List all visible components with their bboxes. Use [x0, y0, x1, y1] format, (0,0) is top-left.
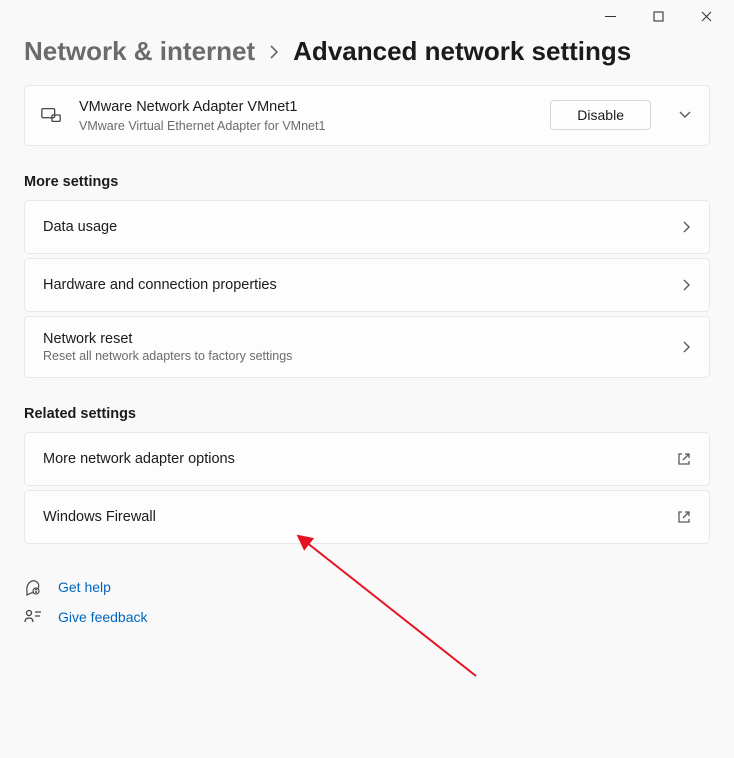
- window-titlebar: [0, 0, 734, 32]
- feedback-icon: [24, 608, 42, 626]
- close-button[interactable]: [686, 2, 726, 30]
- external-link-icon: [677, 510, 691, 524]
- related-settings-section: Related settings More network adapter op…: [24, 406, 710, 544]
- hardware-properties-row[interactable]: Hardware and connection properties: [24, 258, 710, 312]
- more-network-adapter-options-row[interactable]: More network adapter options: [24, 432, 710, 486]
- get-help-label: Get help: [58, 579, 111, 595]
- network-adapter-card[interactable]: VMware Network Adapter VMnet1 VMware Vir…: [24, 85, 710, 146]
- adapter-subtitle: VMware Virtual Ethernet Adapter for VMne…: [79, 119, 534, 133]
- network-reset-subtitle: Reset all network adapters to factory se…: [43, 349, 670, 363]
- disable-button[interactable]: Disable: [550, 100, 651, 130]
- maximize-button[interactable]: [638, 2, 678, 30]
- minimize-button[interactable]: [590, 2, 630, 30]
- chevron-right-icon: [682, 220, 691, 234]
- adapter-title: VMware Network Adapter VMnet1: [79, 98, 534, 117]
- breadcrumb-current: Advanced network settings: [293, 36, 631, 67]
- help-icon: [24, 578, 42, 596]
- chevron-right-icon: [682, 278, 691, 292]
- breadcrumb-parent[interactable]: Network & internet: [24, 36, 255, 67]
- external-link-icon: [677, 452, 691, 466]
- chevron-right-icon: [269, 45, 279, 59]
- related-settings-header: Related settings: [24, 406, 710, 422]
- data-usage-label: Data usage: [43, 219, 670, 235]
- chevron-right-icon: [682, 340, 691, 354]
- network-adapter-icon: [39, 104, 63, 126]
- network-reset-row[interactable]: Network reset Reset all network adapters…: [24, 316, 710, 378]
- more-network-adapter-options-label: More network adapter options: [43, 451, 665, 467]
- network-reset-title: Network reset: [43, 331, 670, 347]
- give-feedback-label: Give feedback: [58, 609, 148, 625]
- give-feedback-link[interactable]: Give feedback: [24, 602, 710, 632]
- chevron-down-icon[interactable]: [675, 110, 695, 120]
- breadcrumb: Network & internet Advanced network sett…: [24, 36, 710, 67]
- windows-firewall-label: Windows Firewall: [43, 509, 665, 525]
- adapter-text: VMware Network Adapter VMnet1 VMware Vir…: [79, 98, 534, 133]
- windows-firewall-row[interactable]: Windows Firewall: [24, 490, 710, 544]
- more-settings-header: More settings: [24, 174, 710, 190]
- more-settings-section: More settings Data usage Hardware and co…: [24, 174, 710, 378]
- get-help-link[interactable]: Get help: [24, 572, 710, 602]
- hardware-properties-label: Hardware and connection properties: [43, 277, 670, 293]
- help-links: Get help Give feedback: [24, 572, 710, 632]
- data-usage-row[interactable]: Data usage: [24, 200, 710, 254]
